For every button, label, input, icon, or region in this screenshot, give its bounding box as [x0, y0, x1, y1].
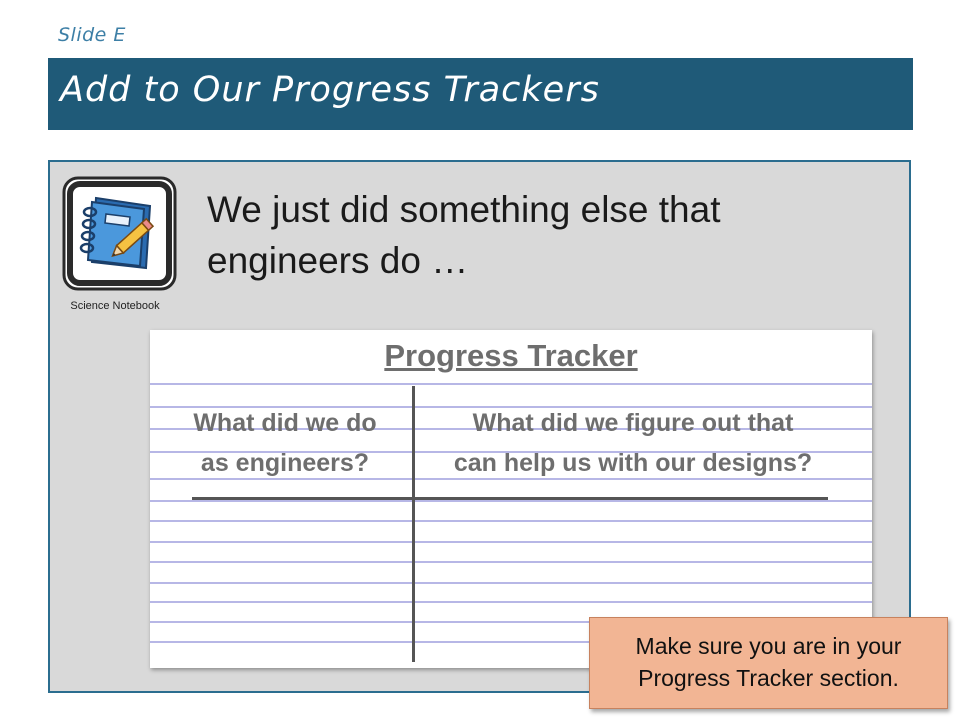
ruled-line [150, 500, 872, 502]
ruled-line [150, 601, 872, 603]
tracker-title: Progress Tracker [384, 338, 638, 373]
callout-line-1: Make sure you are in your [635, 633, 902, 659]
callout-line-2: Progress Tracker section. [638, 665, 899, 691]
slide-label: Slide E [58, 24, 126, 46]
column-heading-designs: What did we figure out that can help us … [418, 403, 848, 483]
column-heading-line: What did we do [193, 409, 377, 437]
ruled-line [150, 541, 872, 543]
column-heading-engineers: What did we do as engineers? [160, 403, 410, 483]
t-chart-vertical-line [412, 386, 415, 662]
ruled-line [150, 520, 872, 522]
headline-line-1: We just did something else that [207, 189, 721, 230]
ruled-line [150, 383, 872, 385]
ruled-line [150, 582, 872, 584]
title-bar: Add to Our Progress Trackers [48, 58, 913, 130]
t-chart-horizontal-line [192, 497, 412, 500]
headline-line-2: engineers do … [207, 240, 469, 281]
headline: We just did something else that engineer… [207, 184, 847, 286]
slide-title: Add to Our Progress Trackers [60, 70, 600, 110]
notebook-caption: Science Notebook [70, 300, 160, 312]
column-heading-line: can help us with our designs? [453, 449, 813, 477]
notebook-pencil-icon [62, 176, 177, 291]
column-heading-line: What did we figure out that [472, 409, 794, 437]
column-heading-line: as engineers? [200, 449, 370, 477]
reminder-callout: Make sure you are in your Progress Track… [589, 617, 948, 709]
ruled-line [150, 561, 872, 563]
t-chart-horizontal-line [415, 497, 828, 500]
